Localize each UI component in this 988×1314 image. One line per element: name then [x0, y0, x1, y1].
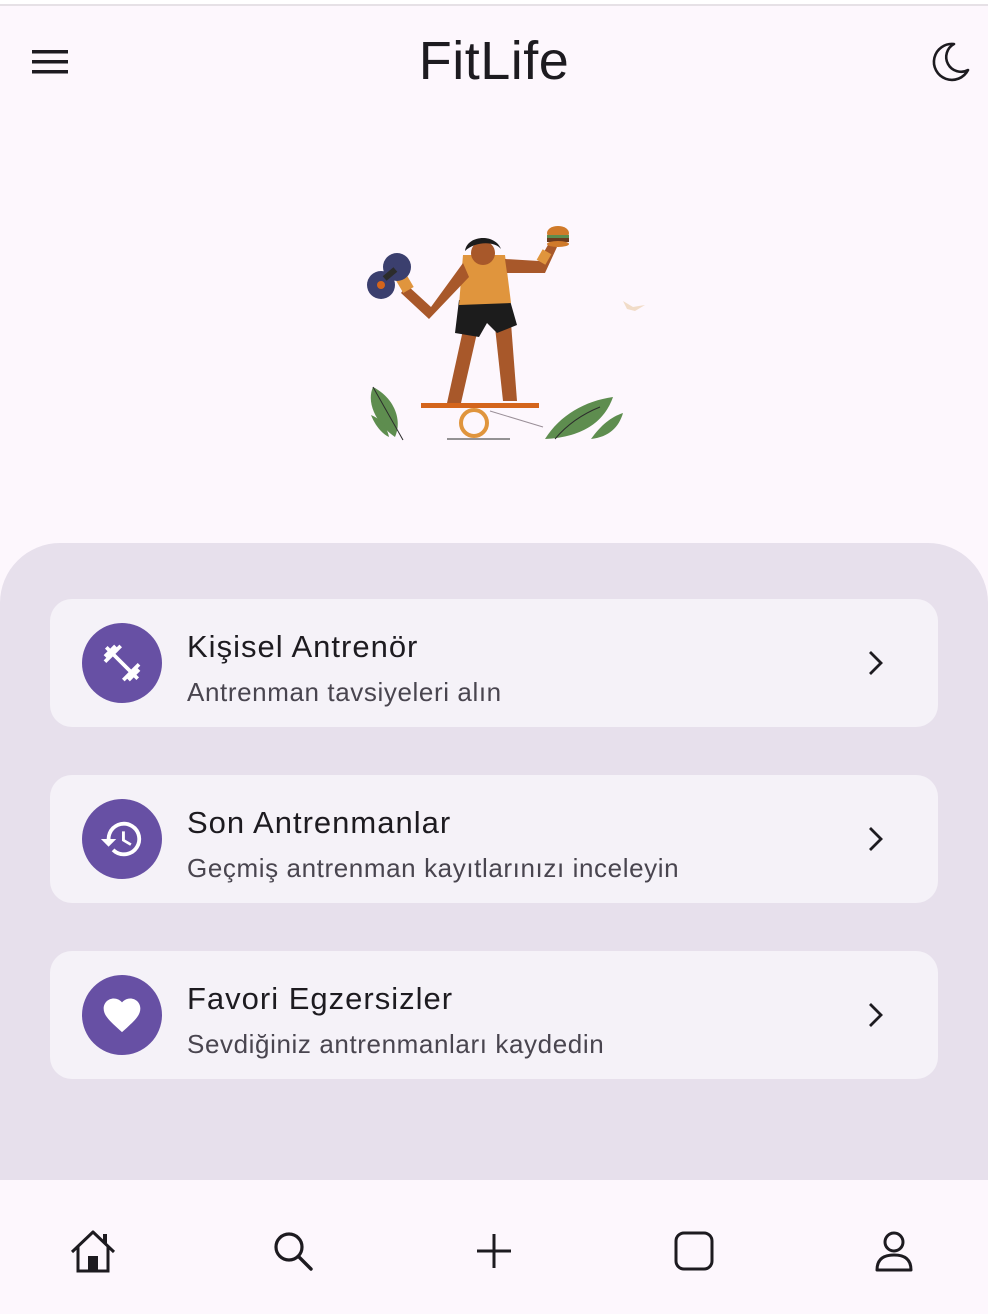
nav-profile[interactable] — [867, 1224, 921, 1278]
search-icon — [274, 1232, 313, 1271]
chevron-right-icon — [869, 1003, 883, 1027]
nav-home[interactable] — [66, 1224, 120, 1278]
square-icon — [674, 1231, 714, 1271]
card-subtitle: Geçmiş antrenman kayıtlarınızı inceleyin — [187, 853, 680, 883]
history-icon — [100, 821, 142, 857]
nav-add[interactable] — [467, 1224, 521, 1278]
card-subtitle: Sevdiğiniz antrenmanları kaydedin — [187, 1029, 605, 1059]
card-avatar — [82, 623, 162, 703]
chevron-right-icon — [869, 651, 883, 675]
card-avatar — [82, 799, 162, 879]
card-personal-trainer[interactable]: Kişisel Antrenör Antrenman tavsiyeleri a… — [50, 599, 938, 727]
add-icon — [477, 1234, 511, 1268]
hero-illustration — [355, 215, 655, 450]
card-favorite-exercises[interactable]: Favori Egzersizler Sevdiğiniz antrenmanl… — [50, 951, 938, 1079]
card-title: Favori Egzersizler — [187, 981, 454, 1016]
status-bar-divider — [0, 0, 988, 6]
heart-icon — [103, 998, 141, 1033]
nav-search[interactable] — [266, 1224, 320, 1278]
card-recent-workouts[interactable]: Son Antrenmanlar Geçmiş antrenman kayıtl… — [50, 775, 938, 903]
profile-icon — [875, 1231, 913, 1272]
app-bar: FitLife — [0, 8, 988, 118]
fitness-icon — [103, 644, 141, 682]
app-title: FitLife — [418, 31, 570, 91]
theme-toggle-button[interactable] — [920, 32, 980, 92]
moon-icon — [932, 42, 970, 82]
card-avatar — [82, 975, 162, 1055]
chevron-right-icon — [869, 827, 883, 851]
nav-square[interactable] — [667, 1224, 721, 1278]
bottom-navigation — [0, 1180, 988, 1314]
home-icon — [70, 1230, 116, 1273]
card-subtitle: Antrenman tavsiyeleri alın — [187, 677, 502, 707]
card-title: Kişisel Antrenör — [187, 629, 419, 664]
card-title: Son Antrenmanlar — [187, 805, 452, 840]
menu-panel: Kişisel Antrenör Antrenman tavsiyeleri a… — [0, 543, 988, 1223]
